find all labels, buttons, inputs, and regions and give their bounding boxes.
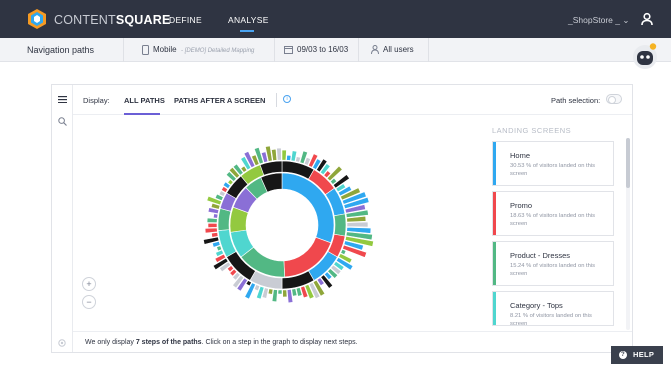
context-bar: Navigation paths Mobile - [DEMO] Detaile…	[0, 38, 671, 62]
sunburst-segment-outer[interactable]	[207, 222, 218, 228]
nav-define[interactable]: DEFINE	[169, 15, 202, 25]
landing-card-desc: 18.63 % of visitors landed on this scree…	[510, 213, 596, 227]
sunburst-segment-outer[interactable]	[216, 245, 223, 252]
sunburst-segment-outer[interactable]	[282, 289, 288, 298]
tab-all-paths[interactable]: ALL PATHS	[124, 96, 165, 105]
landing-card-name: Product - Dresses	[510, 251, 571, 260]
sunburst-segment-step2[interactable]	[333, 213, 347, 237]
segment-selector[interactable]: All users	[371, 38, 429, 62]
active-tab-indicator	[124, 113, 160, 115]
sunburst-segment-outer[interactable]	[281, 149, 287, 161]
date-range-label: 09/03 to 16/03	[297, 45, 349, 54]
sunburst-segment-outer[interactable]	[277, 289, 283, 295]
landing-scrollbar-thumb[interactable]	[626, 138, 630, 188]
landing-card-name: Home	[510, 151, 531, 160]
smartphone-icon	[142, 44, 149, 55]
search-icon[interactable]	[58, 117, 67, 126]
legend-dot-green[interactable]	[59, 191, 65, 197]
info-icon[interactable]: i	[283, 95, 291, 103]
page-title: Navigation paths	[0, 38, 124, 62]
legend-dot-blue[interactable]	[59, 221, 65, 227]
landing-card-desc: 30.53 % of visitors landed on this scree…	[510, 163, 596, 177]
landing-card-color	[493, 142, 496, 185]
nav-active-indicator	[240, 30, 254, 32]
landing-card-name: Category - Tops	[510, 301, 563, 310]
sunburst-segment-outer[interactable]	[286, 154, 292, 161]
header-divider	[276, 93, 277, 107]
landing-card-name: Promo	[510, 201, 533, 210]
landing-card-desc: 15.24 % of visitors landed on this scree…	[510, 263, 596, 277]
brand-name: CONTENTSQUARE	[54, 13, 171, 27]
panel-footer: We only display 7 steps of the paths. Cl…	[73, 331, 632, 352]
date-range-selector[interactable]: 09/03 to 16/03	[284, 38, 359, 62]
panel-sidebar	[52, 85, 73, 352]
landing-card-color	[493, 242, 496, 285]
panel-header: Display: ALL PATHS PATHS AFTER A SCREEN …	[73, 85, 632, 115]
device-selector[interactable]: Mobile - [DEMO] Detailed Mapping	[142, 38, 275, 62]
legend-dot-red-2[interactable]	[59, 206, 65, 212]
hamburger-icon[interactable]	[58, 96, 67, 103]
sunburst-segment-outer[interactable]	[204, 227, 218, 234]
sunburst-segment-outer[interactable]	[206, 217, 218, 224]
sunburst-chart[interactable]	[187, 145, 377, 310]
tab-paths-after-screen[interactable]: PATHS AFTER A SCREEN	[174, 96, 265, 105]
landing-card-desc: 8.21 % of visitors landed on this screen	[510, 313, 592, 326]
zoom-out-button[interactable]: −	[82, 295, 96, 309]
landing-card-promo[interactable]: Promo 18.63 % of visitors landed on this…	[492, 191, 614, 236]
path-selection-label: Path selection:	[551, 96, 601, 105]
store-selector[interactable]: _ShopStore _ ⌄	[568, 15, 629, 26]
settings-circle-icon[interactable]	[58, 339, 66, 347]
help-icon: ?	[619, 351, 627, 359]
display-label: Display:	[83, 96, 110, 105]
sunburst-segment-outer[interactable]	[295, 156, 301, 163]
segment-label: All users	[383, 45, 414, 54]
calendar-icon	[284, 46, 293, 55]
sunburst-segment-outer[interactable]	[276, 147, 282, 161]
nav-analyse[interactable]: ANALYSE	[228, 15, 269, 25]
landing-card-color	[493, 192, 496, 235]
top-navigation-bar: CONTENTSQUARE DEFINE ANALYSE _ShopStore …	[0, 0, 671, 38]
user-icon[interactable]	[640, 12, 654, 26]
landing-screens-title: LANDING SCREENS	[492, 126, 572, 135]
chevron-down-icon: ⌄	[622, 15, 630, 25]
zoom-in-button[interactable]: +	[82, 277, 96, 291]
landing-card-product-dresses[interactable]: Product - Dresses 15.24 % of visitors la…	[492, 241, 614, 286]
legend-dot-black[interactable]	[59, 155, 65, 161]
sunburst-segment-outer[interactable]	[211, 232, 219, 238]
path-selection-toggle[interactable]	[606, 94, 622, 104]
assistant-bot-avatar[interactable]	[632, 43, 658, 69]
person-icon	[371, 45, 379, 55]
landing-card-category-tops[interactable]: Category - Tops 8.21 % of visitors lande…	[492, 291, 614, 326]
sunburst-segment-step2[interactable]	[217, 208, 232, 231]
sunburst-segment-outer[interactable]	[346, 221, 369, 228]
sunburst-segment-outer[interactable]	[267, 288, 274, 295]
footer-hint: We only display 7 steps of the paths. Cl…	[85, 339, 358, 346]
landing-card-home[interactable]: Home 30.53 % of visitors landed on this …	[492, 141, 614, 186]
sunburst-segment-outer[interactable]	[213, 213, 219, 219]
help-button[interactable]: ? HELP	[611, 346, 663, 364]
contentsquare-logo-icon[interactable]	[27, 9, 47, 29]
mapping-label: - [DEMO] Detailed Mapping	[181, 48, 255, 54]
legend-dot-red[interactable]	[59, 176, 65, 182]
device-label: Mobile	[153, 45, 177, 54]
navigation-path-panel: Display: ALL PATHS PATHS AFTER A SCREEN …	[51, 84, 633, 353]
landing-card-color	[493, 292, 496, 325]
